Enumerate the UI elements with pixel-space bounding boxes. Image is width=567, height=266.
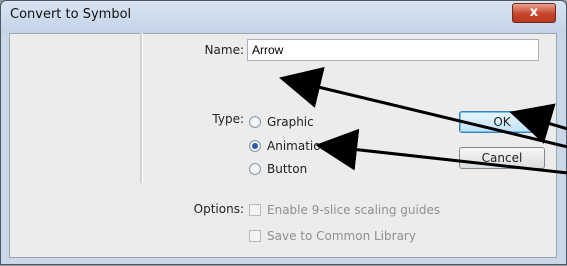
checkbox-common-library[interactable] — [249, 230, 261, 242]
type-label: Type: — [212, 112, 244, 126]
left-panel-separator — [140, 33, 143, 183]
option-9slice-label: Enable 9-slice scaling guides — [267, 203, 441, 217]
name-input[interactable] — [247, 39, 539, 61]
name-label: Name: — [204, 43, 244, 57]
type-option-graphic[interactable]: Graphic — [249, 114, 314, 130]
type-option-button[interactable]: Button — [249, 161, 307, 177]
close-button[interactable]: x — [512, 3, 556, 23]
option-9slice[interactable]: Enable 9-slice scaling guides — [249, 202, 440, 218]
convert-to-symbol-dialog: Convert to Symbol x Name: Type: Graphic … — [0, 0, 567, 265]
type-option-animation-label: Animation — [267, 139, 329, 153]
type-option-animation[interactable]: Animation — [249, 138, 328, 154]
options-label: Options: — [193, 202, 244, 216]
titlebar: Convert to Symbol x — [1, 1, 566, 33]
type-option-graphic-label: Graphic — [267, 115, 314, 129]
radio-button[interactable] — [249, 163, 261, 175]
radio-graphic[interactable] — [249, 116, 261, 128]
checkbox-9slice[interactable] — [249, 204, 261, 216]
close-icon: x — [529, 5, 539, 20]
option-common-library[interactable]: Save to Common Library — [249, 228, 416, 244]
dialog-title: Convert to Symbol — [10, 7, 132, 22]
type-option-button-label: Button — [267, 162, 308, 176]
cancel-button[interactable]: Cancel — [459, 147, 545, 169]
radio-animation[interactable] — [249, 140, 261, 152]
ok-button[interactable]: OK — [459, 111, 545, 133]
option-common-library-label: Save to Common Library — [267, 229, 416, 243]
